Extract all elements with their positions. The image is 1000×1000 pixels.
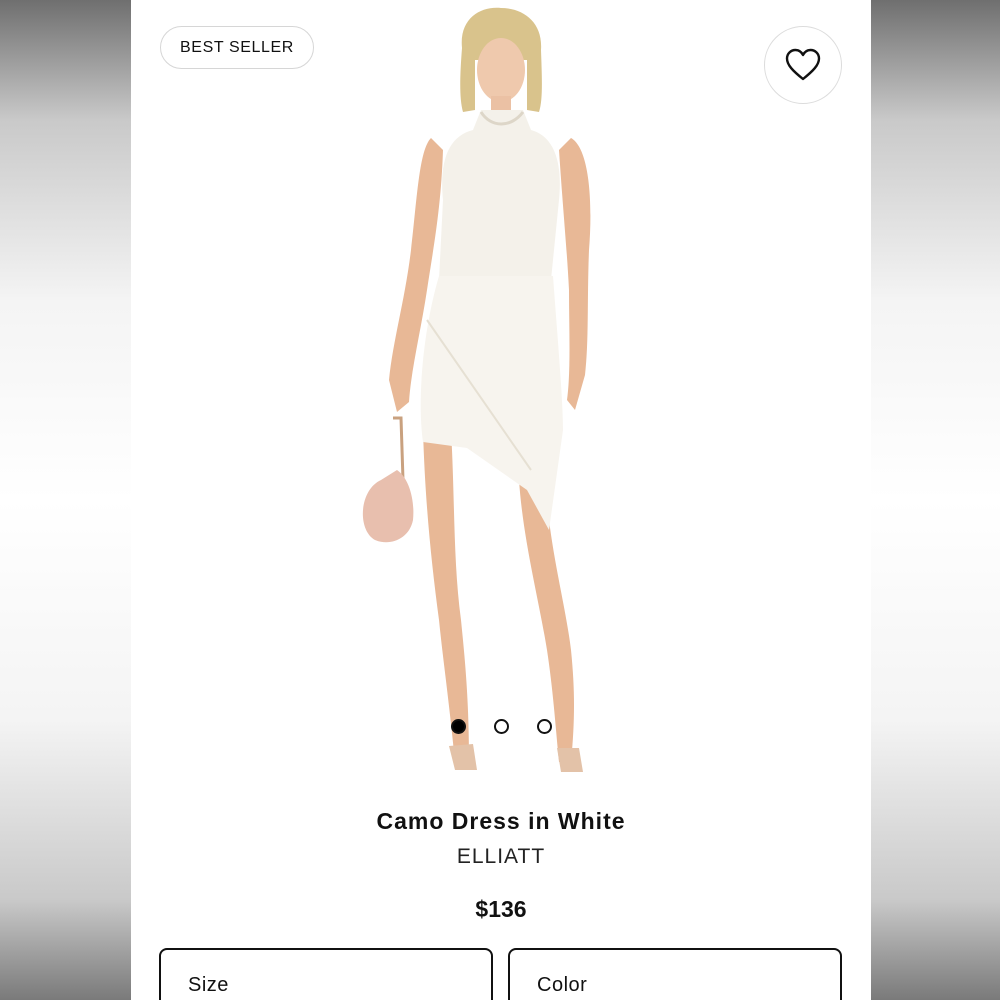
favorite-button[interactable]	[764, 26, 842, 104]
color-select[interactable]: Color	[508, 948, 842, 1000]
product-title: Camo Dress in White	[376, 808, 626, 834]
carousel-dot[interactable]	[494, 719, 509, 734]
best-seller-badge: BEST SELLER	[160, 26, 314, 69]
size-select[interactable]: Size	[159, 948, 493, 1000]
carousel-dots	[451, 719, 552, 734]
color-select-label: Color	[537, 974, 588, 996]
size-select-label: Size	[188, 974, 229, 996]
product-brand[interactable]: ELLIATT	[131, 845, 871, 869]
product-page: BEST SELLER Camo Dress in White ELLIATT …	[131, 0, 871, 1000]
carousel-dot[interactable]	[451, 719, 466, 734]
product-price: $136	[475, 896, 527, 922]
heart-icon	[785, 48, 821, 81]
carousel-dot[interactable]	[537, 719, 552, 734]
product-image	[362, 7, 591, 772]
